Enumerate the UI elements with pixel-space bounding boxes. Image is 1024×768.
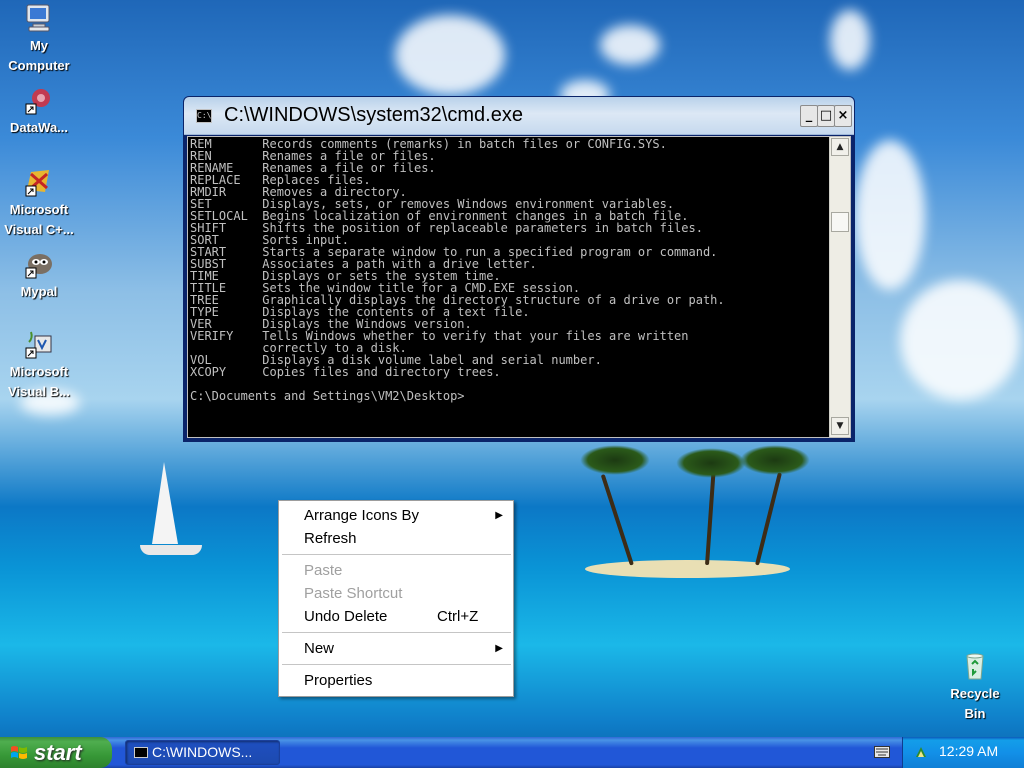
palm-tree-trunk <box>755 472 782 566</box>
cmd-console[interactable]: REM Records comments (remarks) in batch … <box>187 136 851 438</box>
datawa-icon <box>25 89 50 115</box>
sailboat-hull <box>140 545 202 555</box>
taskbar-button-label: C:\WINDOWS... <box>152 744 253 760</box>
close-button[interactable]: × <box>834 105 852 127</box>
scroll-thumb[interactable] <box>831 212 849 232</box>
taskbar-button-cmd[interactable]: C:\WINDOWS... <box>125 740 280 765</box>
cmd-vertical-scrollbar[interactable]: ▲ ▼ <box>829 137 850 437</box>
desktop-icon-label: Microsoft Visual C+... <box>4 202 74 237</box>
palm-tree-top <box>676 448 746 478</box>
visual-cpp-icon <box>25 170 49 197</box>
desktop-icon-datawa[interactable]: DataWa... <box>0 84 79 138</box>
menu-item-label: Paste <box>304 562 343 579</box>
menu-item-label: Arrange Icons By <box>304 507 420 524</box>
menu-item-arrange-icons-by[interactable]: Arrange Icons By ▶ <box>279 504 513 527</box>
desktop-icon-recycle-bin[interactable]: Recycle Bin <box>935 650 1015 724</box>
desktop-icon-label: Mypal <box>20 284 58 299</box>
palm-tree-top <box>740 445 810 475</box>
submenu-arrow-icon: ▶ <box>495 510 503 521</box>
cmd-app-icon <box>134 747 148 758</box>
desktop-icon-mypal[interactable]: Mypal <box>0 248 79 302</box>
submenu-arrow-icon: ▶ <box>495 643 503 654</box>
start-label: start <box>34 740 82 765</box>
cmd-window-title: C:\WINDOWS\system32\cmd.exe <box>224 104 523 126</box>
menu-item-label: New <box>304 640 335 657</box>
menu-item-label: Paste Shortcut <box>304 585 403 602</box>
desktop-context-menu[interactable]: Arrange Icons By ▶ Refresh Paste Paste S… <box>278 500 514 697</box>
menu-item-paste: Paste <box>279 559 513 582</box>
menu-item-undo-delete[interactable]: Undo Delete Ctrl+Z <box>279 605 513 628</box>
menu-item-shortcut: Ctrl+Z <box>437 608 479 625</box>
palm-tree-trunk <box>705 470 716 566</box>
cmd-window[interactable]: C:\ C:\WINDOWS\system32\cmd.exe _ □ × RE… <box>183 96 855 442</box>
menu-item-label: Refresh <box>304 530 357 547</box>
scroll-up-button[interactable]: ▲ <box>831 138 849 156</box>
desktop-icon-label: Microsoft Visual B... <box>8 364 70 399</box>
palm-tree-top <box>580 445 650 475</box>
desktop-icon-visual-basic[interactable]: Microsoft Visual B... <box>0 328 79 402</box>
desktop-icon-visual-cpp[interactable]: Microsoft Visual C+... <box>0 166 79 240</box>
cmd-title-bar[interactable]: C:\ C:\WINDOWS\system32\cmd.exe _ □ × <box>184 97 854 135</box>
system-tray[interactable]: 12:29 AM <box>902 737 1024 768</box>
menu-item-new[interactable]: New ▶ <box>279 637 513 660</box>
menu-item-label: Undo Delete <box>304 608 388 625</box>
menu-separator <box>282 632 511 633</box>
menu-item-label: Properties <box>304 672 373 689</box>
keyboard-icon[interactable] <box>874 746 890 758</box>
visual-basic-icon <box>25 331 52 359</box>
minimize-button[interactable]: _ <box>800 105 818 127</box>
cmd-app-icon[interactable]: C:\ <box>196 109 212 123</box>
desktop-icon-label: Recycle Bin <box>950 686 1000 721</box>
desktop-icon-label: My Computer <box>8 38 70 73</box>
start-button[interactable]: start <box>0 737 112 768</box>
clock[interactable]: 12:29 AM <box>939 743 998 759</box>
my-computer-icon <box>26 4 50 32</box>
desktop-icon-my-computer[interactable]: My Computer <box>0 2 79 76</box>
maximize-button[interactable]: □ <box>817 105 835 127</box>
windows-flag-icon <box>11 746 27 759</box>
cloud <box>395 15 505 95</box>
cloud <box>855 140 925 290</box>
palm-tree-trunk <box>600 474 634 566</box>
menu-item-refresh[interactable]: Refresh <box>279 527 513 550</box>
desktop-icon-label: DataWa... <box>9 120 69 135</box>
sailboat-sail <box>152 462 178 544</box>
cloud <box>830 10 870 70</box>
menu-separator <box>282 554 511 555</box>
cmd-output-text[interactable]: REM Records comments (remarks) in batch … <box>190 138 830 434</box>
scroll-down-button[interactable]: ▼ <box>831 417 849 435</box>
menu-separator <box>282 664 511 665</box>
taskbar[interactable]: start C:\WINDOWS... 12:29 AM <box>0 737 1024 768</box>
recycle-bin-icon <box>966 653 984 680</box>
menu-item-properties[interactable]: Properties <box>279 669 513 692</box>
cloud <box>900 280 1020 400</box>
network-icon[interactable] <box>913 744 929 760</box>
cloud <box>600 25 660 65</box>
menu-item-paste-shortcut: Paste Shortcut <box>279 582 513 605</box>
mypal-icon <box>25 254 52 279</box>
